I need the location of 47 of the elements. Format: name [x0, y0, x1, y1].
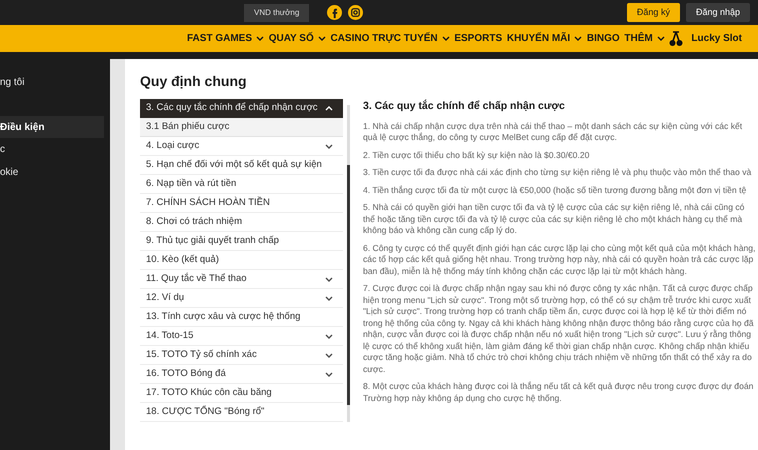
chevron-down-icon	[656, 36, 665, 41]
nav-link[interactable]: ESPORTS	[454, 31, 502, 46]
accordion-item[interactable]: 18. CƯỢC TỔNG "Bóng rổ"	[140, 403, 343, 422]
login-button[interactable]: Đăng nhập	[686, 2, 750, 22]
chevron-down-icon	[325, 352, 333, 358]
chevron-down-icon	[325, 296, 333, 300]
chevron-down-icon	[325, 276, 333, 282]
chevron-down-icon	[574, 36, 582, 41]
chevron-down-icon	[318, 36, 326, 41]
article-paragraph: 5. Nhà cái có quyền giới hạn tiền cược tối đa và tỷ lệ cược của các sự kiện riêng lẻ, nhà cái cũng có thể hoặc tăng tiền cược tối đa và tỷ lệ cược của các sự kiện riêng lẻ cho một khách hàng cụ thể mà không báo và không cần cung cấp lý do.	[363, 202, 746, 237]
sidebar-item[interactable]: Điều kiện	[0, 116, 104, 138]
chevron-up-icon	[325, 106, 333, 111]
scrollbar-thumb[interactable]	[347, 165, 350, 405]
instagram-icon[interactable]	[348, 5, 364, 20]
nav-link[interactable]: KHUYẾN MÃI	[506, 31, 582, 46]
facebook-icon[interactable]	[327, 5, 342, 20]
accordion-subitem[interactable]: 3.1 Bán phiếu cược	[140, 118, 343, 137]
accordion-item[interactable]: 11. Quy tắc về Thể thao	[140, 270, 343, 289]
chevron-down-icon	[325, 144, 333, 148]
article-paragraph: 8. Một cược của khách hàng được coi là thắng nếu tất cả kết quả được nêu trong cược được dự đoán Trường hợp này không áp dụng cho cược hệ thống.	[363, 381, 754, 404]
nav-link[interactable]: THÊM	[624, 31, 665, 46]
register-button[interactable]: Đăng ký	[626, 2, 680, 22]
bonus-label[interactable]: VND thưởng	[244, 4, 310, 22]
nav-link[interactable]: QUAY SỐ	[268, 31, 326, 46]
scrollbar[interactable]	[347, 105, 350, 422]
article-paragraph: 7. Cược được coi là được chấp nhận ngay sau khi nó được công ty xác nhận. Tất cả cược được chấp hiện trong menu "Lịch sử cược". Trong một số trường hợp, có thể có sự chậm trễ trước khi cược xuất "Lịch sử cược". Trong trường hợp có tranh chấp tiềm ẩn, cược được coi là hợp lệ kể từ thời điểm nó trong hệ thống của công ty. Ngay cả khi khách hàng không nhận được thông báo rằng cược của họ đã nhận, cược vẫn được coi là được chấp nhận nếu nó xuất hiện trong "Lịch sử cược". Lưu ý rằng thông lệ cược có thể không xuất hiện, làm giảm đáng kể thời gian chấp nhận cược. Không chấp nhận khiếu cược tăng hoặc giảm. Nhà tổ chức trò chơi không chịu trách nhiệm về những tổn thất có thể xảy ra do cược.	[363, 283, 754, 376]
article-heading: 3. Các quy tắc chính để chấp nhận cược	[363, 99, 566, 114]
article-paragraph: 6. Công ty cược có thể quyết định giới hạn các cược lặp lại cho cùng một kết quả của một khách hàng, các tổ hợp các kết quả giống hệt nhau. Trong trường hợp này, nhà cái có quyền hoàn trả các cược lặp ban đầu), miễn là hệ thống máy tính không chặn các cược lặp lại từ một khách hàng.	[363, 242, 756, 278]
sidebar-item[interactable]: ng tôi	[0, 71, 110, 93]
chevron-down-icon	[325, 334, 333, 338]
sidebar-item[interactable]: okie	[0, 161, 110, 183]
article-paragraph: 1. Nhà cái chấp nhận cược dựa trên nhà cái thể thao – một danh sách các sự kiện cùng với các kết quả lệ cược thắng, do công ty cược MelBet cung cấp để đặt cược.	[363, 120, 744, 144]
nav-link[interactable]: BINGO	[586, 31, 620, 46]
sidebar-item[interactable]: c	[0, 138, 110, 160]
chevron-down-icon	[442, 36, 450, 41]
article-paragraph: 2. Tiền cược tối thiểu cho bất kỳ sự kiện nào là $0.30/€0.20	[363, 150, 590, 162]
chevron-down-icon	[325, 372, 333, 376]
accordion-item[interactable]: 7. CHÍNH SÁCH HOÀN TIỀN	[140, 194, 343, 213]
cherry-icon	[669, 30, 684, 46]
chevron-down-icon	[256, 36, 264, 41]
nav-link[interactable]: FAST GAMES	[187, 31, 264, 46]
nav-link[interactable]: CASINO TRỰC TUYẾN	[330, 31, 450, 46]
page-title: Quy định chung	[140, 72, 248, 91]
nav-link[interactable]: Lucky Slot	[691, 31, 742, 46]
article-paragraph: 4. Tiền thắng cược tối đa từ một cược là €50,000 (hoặc số tiền tương đương bằng một đơn vị tiền tệ	[363, 184, 748, 196]
accordion-header[interactable]: 3. Các quy tắc chính để chấp nhận cược	[140, 99, 343, 118]
article-paragraph: 3. Tiền cược tối đa được nhà cái xác định cho từng sự kiện riêng lẻ và phụ thuộc vào môn thể thao và	[363, 167, 752, 179]
